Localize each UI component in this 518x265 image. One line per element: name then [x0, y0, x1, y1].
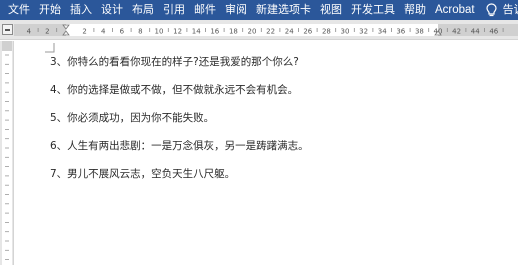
ruler-ticks: 4224681012141618202224262830323436384042… [27, 24, 504, 36]
ruler-label: 2 [45, 28, 49, 36]
ruler-label: 24 [285, 28, 294, 36]
ruler-label: 30 [341, 28, 350, 36]
tab-mailings[interactable]: 邮件 [190, 0, 220, 20]
ruler-label: 36 [396, 28, 405, 36]
ruler-label: 18 [229, 28, 238, 36]
ruler-label: 14 [192, 28, 201, 36]
ruler-label: 42 [452, 28, 461, 36]
ruler-label: 2 [82, 28, 86, 36]
ruler-label: 4 [101, 28, 106, 36]
document-page[interactable]: 3、你特么的看看你现在的样子?还是我爱的那个你么? 4、你的选择是做或不做，但不… [15, 41, 518, 265]
ruler-label: 44 [471, 28, 480, 36]
document-line[interactable]: 7、男儿不展风云志，空负天生八尺躯。 [50, 166, 235, 181]
tab-layout[interactable]: 布局 [128, 0, 158, 20]
tab-acrobat[interactable]: Acrobat [431, 0, 479, 20]
lightbulb-icon [486, 2, 497, 18]
document-line[interactable]: 6、人生有两出悲剧：一是万念俱灰，另一是踌躇满志。 [50, 138, 309, 153]
tab-references[interactable]: 引用 [159, 0, 189, 20]
ruler-label: 28 [322, 28, 331, 36]
ruler-label: 34 [378, 28, 387, 36]
tab-developer[interactable]: 开发工具 [347, 0, 399, 20]
tab-design[interactable]: 设计 [97, 0, 127, 20]
tell-me-search[interactable]: 告诉我 [499, 0, 518, 20]
ruler-label: 32 [359, 28, 368, 36]
ruler-label: 38 [415, 28, 424, 36]
vertical-ruler[interactable] [0, 41, 14, 265]
ribbon-tab-bar: 文件 开始 插入 设计 布局 引用 邮件 审阅 新建选项卡 视图 开发工具 帮助… [0, 0, 518, 20]
document-line[interactable]: 5、你必须成功，因为你不能失败。 [50, 110, 214, 125]
tab-new-tab[interactable]: 新建选项卡 [252, 0, 315, 20]
ruler-label: 16 [210, 28, 219, 36]
ruler-label: 12 [173, 28, 182, 36]
vertical-ruler-ticks [5, 54, 9, 261]
ruler-label: 8 [138, 28, 142, 36]
tab-review[interactable]: 审阅 [221, 0, 251, 20]
ruler-label: 22 [266, 28, 275, 36]
tab-insert[interactable]: 插入 [66, 0, 96, 20]
first-line-indent-marker[interactable] [62, 24, 70, 30]
ruler-label: 20 [248, 28, 257, 36]
tab-help[interactable]: 帮助 [400, 0, 430, 20]
hanging-indent-marker[interactable] [62, 30, 70, 36]
ruler-label: 46 [489, 28, 498, 36]
ruler-label: 26 [303, 28, 312, 36]
ruler-label: 6 [120, 28, 125, 36]
document-line[interactable]: 3、你特么的看看你现在的样子?还是我爱的那个你么? [50, 54, 299, 69]
document-line[interactable]: 4、你的选择是做或不做，但不做就永远不会有机会。 [50, 82, 298, 97]
ruler-label: 4 [27, 28, 32, 36]
tab-home[interactable]: 开始 [35, 0, 65, 20]
margin-corner-mark [45, 43, 55, 53]
tab-view[interactable]: 视图 [316, 0, 346, 20]
ruler-label: 10 [155, 28, 164, 36]
tab-file[interactable]: 文件 [0, 0, 34, 20]
